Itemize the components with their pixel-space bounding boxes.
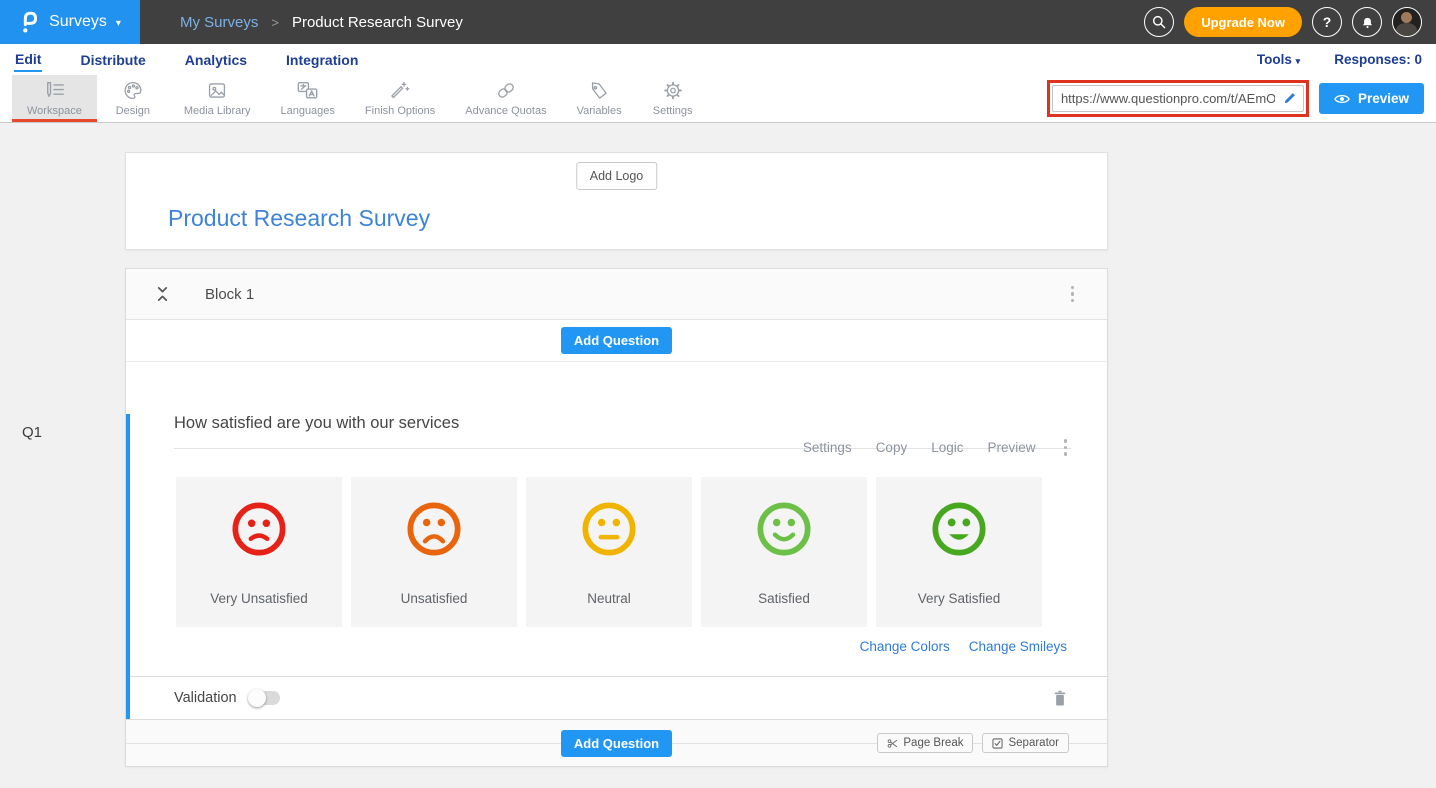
survey-editor: Surveys ▾ My Surveys > Product Research … [0,0,1436,788]
toolbar-item-finish-options[interactable]: Finish Options [350,75,450,122]
help-button[interactable]: ? [1312,7,1342,37]
block-footer: Add Question Page Break [126,719,1107,766]
product-switcher[interactable]: Surveys ▾ [0,0,140,44]
notifications-button[interactable] [1352,7,1382,37]
very-unsatisfied-smiley-icon [228,498,290,560]
toolbar-item-design[interactable]: Design [97,75,169,122]
palette-icon [122,80,144,101]
unsatisfied-smiley-icon [403,498,465,560]
question-menu-button[interactable] [1060,435,1072,460]
tools-dropdown[interactable]: Tools ▾ [1257,52,1300,67]
validation-toggle[interactable] [250,691,280,705]
page-break-button[interactable]: Page Break [877,733,973,753]
toolbar-item-media-library[interactable]: Media Library [169,75,266,122]
trash-icon [1053,690,1067,707]
smiley-scale: Very Unsatisfied Unsatisfied [176,477,1107,627]
search-button[interactable] [1144,7,1174,37]
tab-distribute[interactable]: Distribute [79,48,146,71]
scissors-icon [887,738,898,749]
survey-header-card: Add Logo Product Research Survey [125,152,1108,250]
collapse-icon [155,286,170,302]
question-number-label: Q1 [22,424,42,441]
tag-icon [588,80,610,101]
question-preview-link[interactable]: Preview [987,440,1035,455]
magic-wand-icon [389,80,411,101]
tab-integration[interactable]: Integration [285,48,359,71]
chevron-down-icon: ▾ [116,18,121,29]
question-settings-link[interactable]: Settings [803,440,852,455]
user-avatar[interactable] [1392,7,1422,37]
section-nav: Edit Distribute Analytics Integration To… [0,44,1436,75]
bell-icon [1360,15,1375,30]
image-icon [206,80,228,101]
smiley-option-very-unsatisfied[interactable]: Very Unsatisfied [176,477,342,627]
question-mark-icon: ? [1323,14,1332,30]
toolbar-item-advance-quotas[interactable]: Advance Quotas [450,75,561,122]
pencil-icon [1283,91,1297,105]
gear-icon [662,80,684,101]
breadcrumb: My Surveys > Product Research Survey [180,14,463,31]
toolbar-item-variables[interactable]: Variables [562,75,637,122]
tab-edit[interactable]: Edit [14,47,42,72]
tab-analytics[interactable]: Analytics [184,48,248,71]
add-logo-button[interactable]: Add Logo [576,162,658,190]
upgrade-now-button[interactable]: Upgrade Now [1184,7,1302,37]
smiley-option-unsatisfied[interactable]: Unsatisfied [351,477,517,627]
questionpro-logo [19,9,40,35]
edit-url-button[interactable] [1283,91,1297,110]
toolbar-item-languages[interactable]: Languages [265,75,349,122]
edit-toolbar: Workspace Design Media Library [0,75,1436,123]
workspace-icon [42,80,66,101]
responses-count: Responses: 0 [1334,52,1422,67]
add-question-button-top[interactable]: Add Question [561,327,672,354]
very-satisfied-smiley-icon [928,498,990,560]
block-header: Block 1 [126,269,1107,320]
smiley-option-very-satisfied[interactable]: Very Satisfied [876,477,1042,627]
checkbox-icon [992,738,1003,749]
delete-question-button[interactable] [1053,690,1067,707]
share-url-input[interactable] [1052,85,1304,112]
workspace-canvas: Q1 Add Logo Product Research Survey Bloc… [0,124,1436,788]
separator-button[interactable]: Separator [982,733,1069,753]
chevron-down-icon: ▾ [1296,56,1301,66]
block-menu-button[interactable] [1067,282,1079,307]
change-colors-link[interactable]: Change Colors [860,639,950,654]
question-card: Settings Copy Logic Preview How satisfie… [126,414,1107,719]
neutral-smiley-icon [578,498,640,560]
breadcrumb-my-surveys[interactable]: My Surveys [180,14,258,31]
satisfied-smiley-icon [753,498,815,560]
collapse-block-button[interactable] [155,286,170,302]
survey-title[interactable]: Product Research Survey [168,205,430,232]
add-question-row-top: Add Question [126,320,1107,362]
add-question-button-bottom[interactable]: Add Question [561,730,672,757]
smiley-option-satisfied[interactable]: Satisfied [701,477,867,627]
preview-button[interactable]: Preview [1319,83,1424,114]
block-title[interactable]: Block 1 [205,286,254,303]
breadcrumb-current-survey: Product Research Survey [292,14,463,31]
breadcrumb-separator: > [271,15,279,30]
top-bar: Surveys ▾ My Surveys > Product Research … [0,0,1436,44]
toolbar-item-workspace[interactable]: Workspace [12,75,97,122]
chain-link-icon [495,80,517,101]
question-actions: Settings Copy Logic Preview [803,435,1071,460]
validation-label: Validation [174,690,237,706]
product-label: Surveys [49,13,107,31]
top-bar-right: My Surveys > Product Research Survey Upg… [140,0,1436,44]
question-logic-link[interactable]: Logic [931,440,963,455]
search-icon [1151,14,1167,30]
translate-icon [296,80,319,101]
validation-row: Validation [130,676,1107,719]
change-smileys-link[interactable]: Change Smileys [969,639,1067,654]
block-container: Block 1 Add Question Settings Copy Logic… [125,268,1108,767]
share-url-highlight [1047,80,1309,117]
eye-icon [1334,93,1350,105]
question-copy-link[interactable]: Copy [876,440,908,455]
smiley-customize-links: Change Colors Change Smileys [130,639,1067,654]
toolbar-item-settings[interactable]: Settings [637,75,709,122]
smiley-option-neutral[interactable]: Neutral [526,477,692,627]
